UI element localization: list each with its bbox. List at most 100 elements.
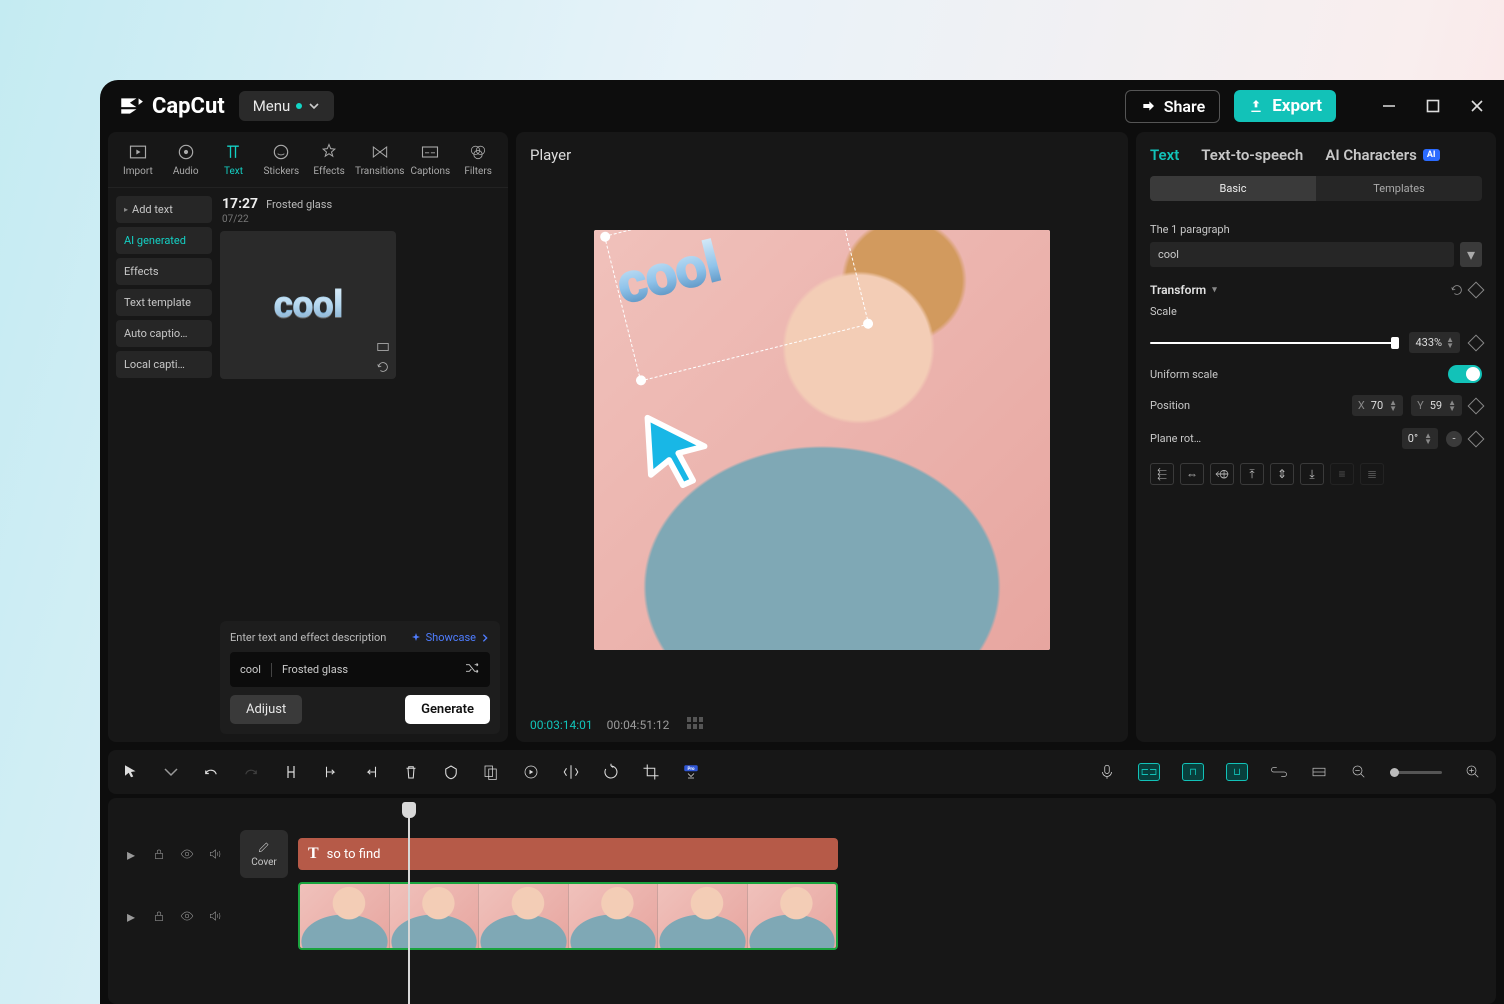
tab-text[interactable]: Text <box>1150 146 1179 164</box>
track-mute-icon[interactable] <box>206 845 224 863</box>
tool-import[interactable]: Import <box>114 138 162 181</box>
mic-icon[interactable] <box>1098 763 1116 781</box>
track-lock-icon[interactable] <box>150 907 168 925</box>
mask-icon[interactable] <box>442 763 460 781</box>
position-y-input[interactable]: Y59▲▼ <box>1411 395 1462 416</box>
export-button[interactable]: Export <box>1234 90 1336 122</box>
track-expand-icon[interactable]: ▸ <box>122 907 140 925</box>
cat-add-text[interactable]: ▸Add text <box>116 196 212 223</box>
align-center-h-icon[interactable]: ⇔ <box>1180 463 1204 485</box>
rotation-keyframe[interactable] <box>1468 430 1485 447</box>
showcase-link[interactable]: Showcase <box>410 631 490 644</box>
text-category-list: ▸Add text AI generated Effects Text temp… <box>116 196 212 734</box>
uniform-scale-toggle[interactable] <box>1448 365 1482 383</box>
shuffle-icon[interactable] <box>464 660 480 679</box>
pro-cut-icon[interactable]: Pro <box>682 763 700 781</box>
magnet-chip-1[interactable]: ⊏⊐ <box>1138 763 1160 781</box>
position-x-input[interactable]: X70▲▼ <box>1352 395 1403 416</box>
cover-button[interactable]: Cover <box>240 830 288 878</box>
effects-icon <box>319 142 339 162</box>
zoom-slider[interactable] <box>1390 771 1442 774</box>
cat-effects[interactable]: Effects <box>116 258 212 285</box>
keyframe-icon[interactable] <box>1468 282 1485 299</box>
tool-text[interactable]: Text <box>210 138 258 181</box>
tool-effects[interactable]: Effects <box>305 138 353 181</box>
window-close-button[interactable] <box>1468 97 1486 115</box>
timeline[interactable]: ▸ Cover T so to find ▸ <box>108 798 1496 1004</box>
transform-section-header[interactable]: Transform ▾ <box>1150 283 1482 297</box>
select-tool-icon[interactable] <box>122 763 140 781</box>
scale-value[interactable]: 433%▲▼ <box>1409 332 1460 353</box>
video-thumb <box>390 884 480 948</box>
align-center-v-icon[interactable]: ⇕ <box>1270 463 1294 485</box>
playhead[interactable] <box>408 802 410 1004</box>
subtab-templates[interactable]: Templates <box>1316 176 1482 201</box>
align-top-icon[interactable]: ⤒ <box>1240 463 1264 485</box>
align-bottom-icon[interactable]: ⤓ <box>1300 463 1324 485</box>
zoom-out-icon[interactable] <box>1350 763 1368 781</box>
rotation-extra[interactable]: - <box>1446 431 1462 447</box>
align-left-icon[interactable]: ⬱ <box>1150 463 1174 485</box>
mirror-icon[interactable] <box>562 763 580 781</box>
tab-ai-characters[interactable]: AI Characters AI <box>1325 146 1439 164</box>
cat-auto-captions[interactable]: Auto captio… <box>116 320 212 347</box>
magnet-chip-2[interactable]: ⊓ <box>1182 763 1204 781</box>
track-lock-icon[interactable] <box>150 845 168 863</box>
split-icon[interactable] <box>282 763 300 781</box>
player-stage[interactable]: cool <box>530 170 1114 709</box>
generator-input[interactable]: cool Frosted glass <box>230 652 490 687</box>
tool-stickers[interactable]: Stickers <box>257 138 305 181</box>
align-right-icon[interactable]: ⬲ <box>1210 463 1234 485</box>
snap-icon[interactable] <box>1310 763 1328 781</box>
tool-transitions[interactable]: Transitions <box>353 138 406 181</box>
reset-icon[interactable] <box>1450 283 1464 297</box>
track-expand-icon[interactable]: ▸ <box>122 845 140 863</box>
track-mute-icon[interactable] <box>206 907 224 925</box>
undo-icon[interactable] <box>202 763 220 781</box>
delete-icon[interactable] <box>402 763 420 781</box>
position-keyframe[interactable] <box>1468 397 1485 414</box>
tool-filters[interactable]: Filters <box>454 138 502 181</box>
tool-captions[interactable]: Captions <box>406 138 454 181</box>
rotate-icon[interactable] <box>602 763 620 781</box>
track-visibility-icon[interactable] <box>178 845 196 863</box>
text-clip[interactable]: T so to find <box>298 838 838 870</box>
subtab-basic[interactable]: Basic <box>1150 176 1316 201</box>
window-controls <box>1380 97 1486 115</box>
window-maximize-button[interactable] <box>1424 97 1442 115</box>
video-clip[interactable] <box>298 882 838 950</box>
crop-icon[interactable] <box>642 763 660 781</box>
tool-audio[interactable]: Audio <box>162 138 210 181</box>
link-icon[interactable] <box>1270 763 1288 781</box>
preview-grid-icon[interactable] <box>687 717 703 732</box>
track-visibility-icon[interactable] <box>178 907 196 925</box>
zoom-in-icon[interactable] <box>1464 763 1482 781</box>
trim-right-icon[interactable] <box>362 763 380 781</box>
paragraph-dropdown[interactable]: ▾ <box>1460 242 1482 267</box>
generate-button[interactable]: Generate <box>405 695 490 724</box>
redo-icon[interactable] <box>242 763 260 781</box>
scale-keyframe[interactable] <box>1468 334 1485 351</box>
tab-tts[interactable]: Text-to-speech <box>1201 146 1303 164</box>
adjust-button[interactable]: Adijust <box>230 695 302 724</box>
video-track-controls: ▸ <box>122 907 224 925</box>
paragraph-input[interactable]: cool <box>1150 242 1454 267</box>
video-thumb <box>748 884 837 948</box>
menu-button[interactable]: Menu <box>239 91 335 121</box>
trim-left-icon[interactable] <box>322 763 340 781</box>
copy-icon[interactable] <box>482 763 500 781</box>
cat-ai-generated[interactable]: AI generated <box>116 227 212 254</box>
magnet-chip-3[interactable]: ⊔ <box>1226 763 1248 781</box>
rotation-input[interactable]: 0°▲▼ <box>1402 428 1438 449</box>
preview-refresh-icon[interactable] <box>376 359 390 373</box>
preview-aspect-icon[interactable] <box>376 339 390 353</box>
cat-local-captions[interactable]: Local capti… <box>116 351 212 378</box>
scale-slider[interactable] <box>1150 342 1399 344</box>
scale-slider-knob[interactable] <box>1391 337 1399 349</box>
preview-thumbnail[interactable]: cool <box>220 231 396 379</box>
window-minimize-button[interactable] <box>1380 97 1398 115</box>
cat-text-template[interactable]: Text template <box>116 289 212 316</box>
select-dropdown-icon[interactable] <box>162 763 180 781</box>
share-button[interactable]: Share <box>1125 90 1221 123</box>
reverse-icon[interactable] <box>522 763 540 781</box>
